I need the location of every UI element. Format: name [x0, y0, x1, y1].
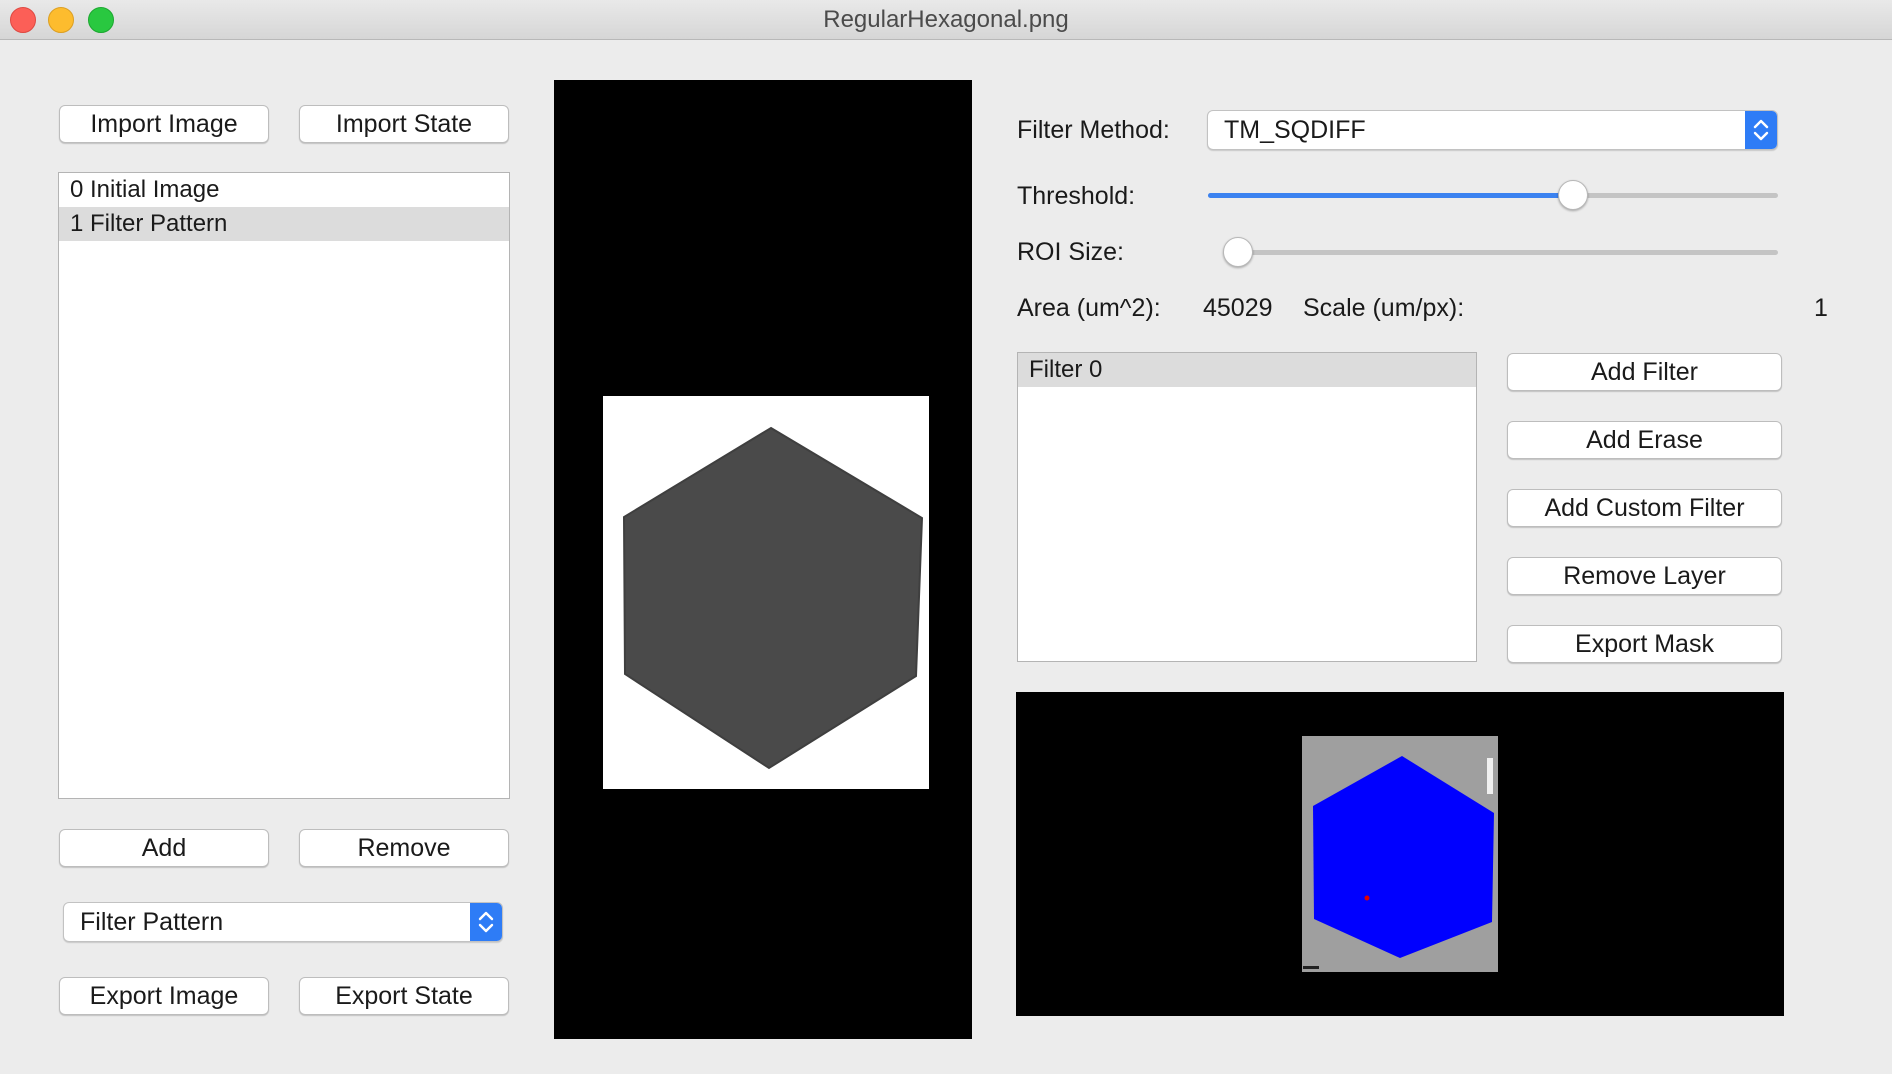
roi-size-slider-knob[interactable]	[1223, 237, 1253, 267]
layer-type-select-value: Filter Pattern	[80, 908, 224, 936]
mask-hexagon-image	[1302, 736, 1498, 972]
threshold-slider-fill	[1208, 193, 1573, 198]
filter-list[interactable]: Filter 0	[1017, 352, 1477, 662]
layer-type-select[interactable]: Filter Pattern	[63, 902, 503, 942]
mask-preview-view[interactable]	[1016, 692, 1784, 1016]
list-item[interactable]: 0 Initial Image	[59, 173, 509, 207]
add-custom-filter-button[interactable]: Add Custom Filter	[1507, 489, 1782, 527]
threshold-label: Threshold:	[1017, 182, 1136, 210]
scale-value: 1	[1814, 294, 1828, 322]
up-down-chevron-icon	[1745, 111, 1777, 149]
threshold-slider-knob[interactable]	[1557, 180, 1588, 210]
list-item[interactable]: 1 Filter Pattern	[59, 207, 509, 241]
add-layer-button[interactable]: Add	[59, 829, 269, 867]
filter-method-select-value: TM_SQDIFF	[1224, 116, 1366, 144]
export-mask-button[interactable]: Export Mask	[1507, 625, 1782, 663]
remove-layer-button[interactable]: Remove Layer	[1507, 557, 1782, 595]
area-value: 45029	[1203, 294, 1273, 322]
roi-size-label: ROI Size:	[1017, 238, 1124, 266]
list-item[interactable]: Filter 0	[1018, 353, 1476, 387]
hexagon-image	[622, 426, 924, 770]
source-image-canvas	[603, 396, 929, 789]
filter-method-select[interactable]: TM_SQDIFF	[1207, 110, 1778, 150]
export-image-button[interactable]: Export Image	[59, 977, 269, 1015]
export-state-button[interactable]: Export State	[299, 977, 509, 1015]
roi-size-slider[interactable]	[1223, 237, 1778, 267]
up-down-chevron-icon	[470, 903, 502, 941]
filter-method-label: Filter Method:	[1017, 116, 1170, 144]
import-state-button[interactable]: Import State	[299, 105, 509, 143]
mask-preview-canvas	[1302, 736, 1498, 972]
main-image-view[interactable]	[554, 80, 972, 1039]
threshold-slider[interactable]	[1208, 180, 1778, 210]
add-filter-button[interactable]: Add Filter	[1507, 353, 1782, 391]
area-label: Area (um^2):	[1017, 294, 1161, 322]
scale-label: Scale (um/px):	[1303, 294, 1465, 322]
title-bar: RegularHexagonal.png	[0, 0, 1892, 40]
remove-layer-list-button[interactable]: Remove	[299, 829, 509, 867]
layer-list[interactable]: 0 Initial Image 1 Filter Pattern	[58, 172, 510, 799]
window-title: RegularHexagonal.png	[823, 6, 1069, 33]
import-image-button[interactable]: Import Image	[59, 105, 269, 143]
add-erase-button[interactable]: Add Erase	[1507, 421, 1782, 459]
